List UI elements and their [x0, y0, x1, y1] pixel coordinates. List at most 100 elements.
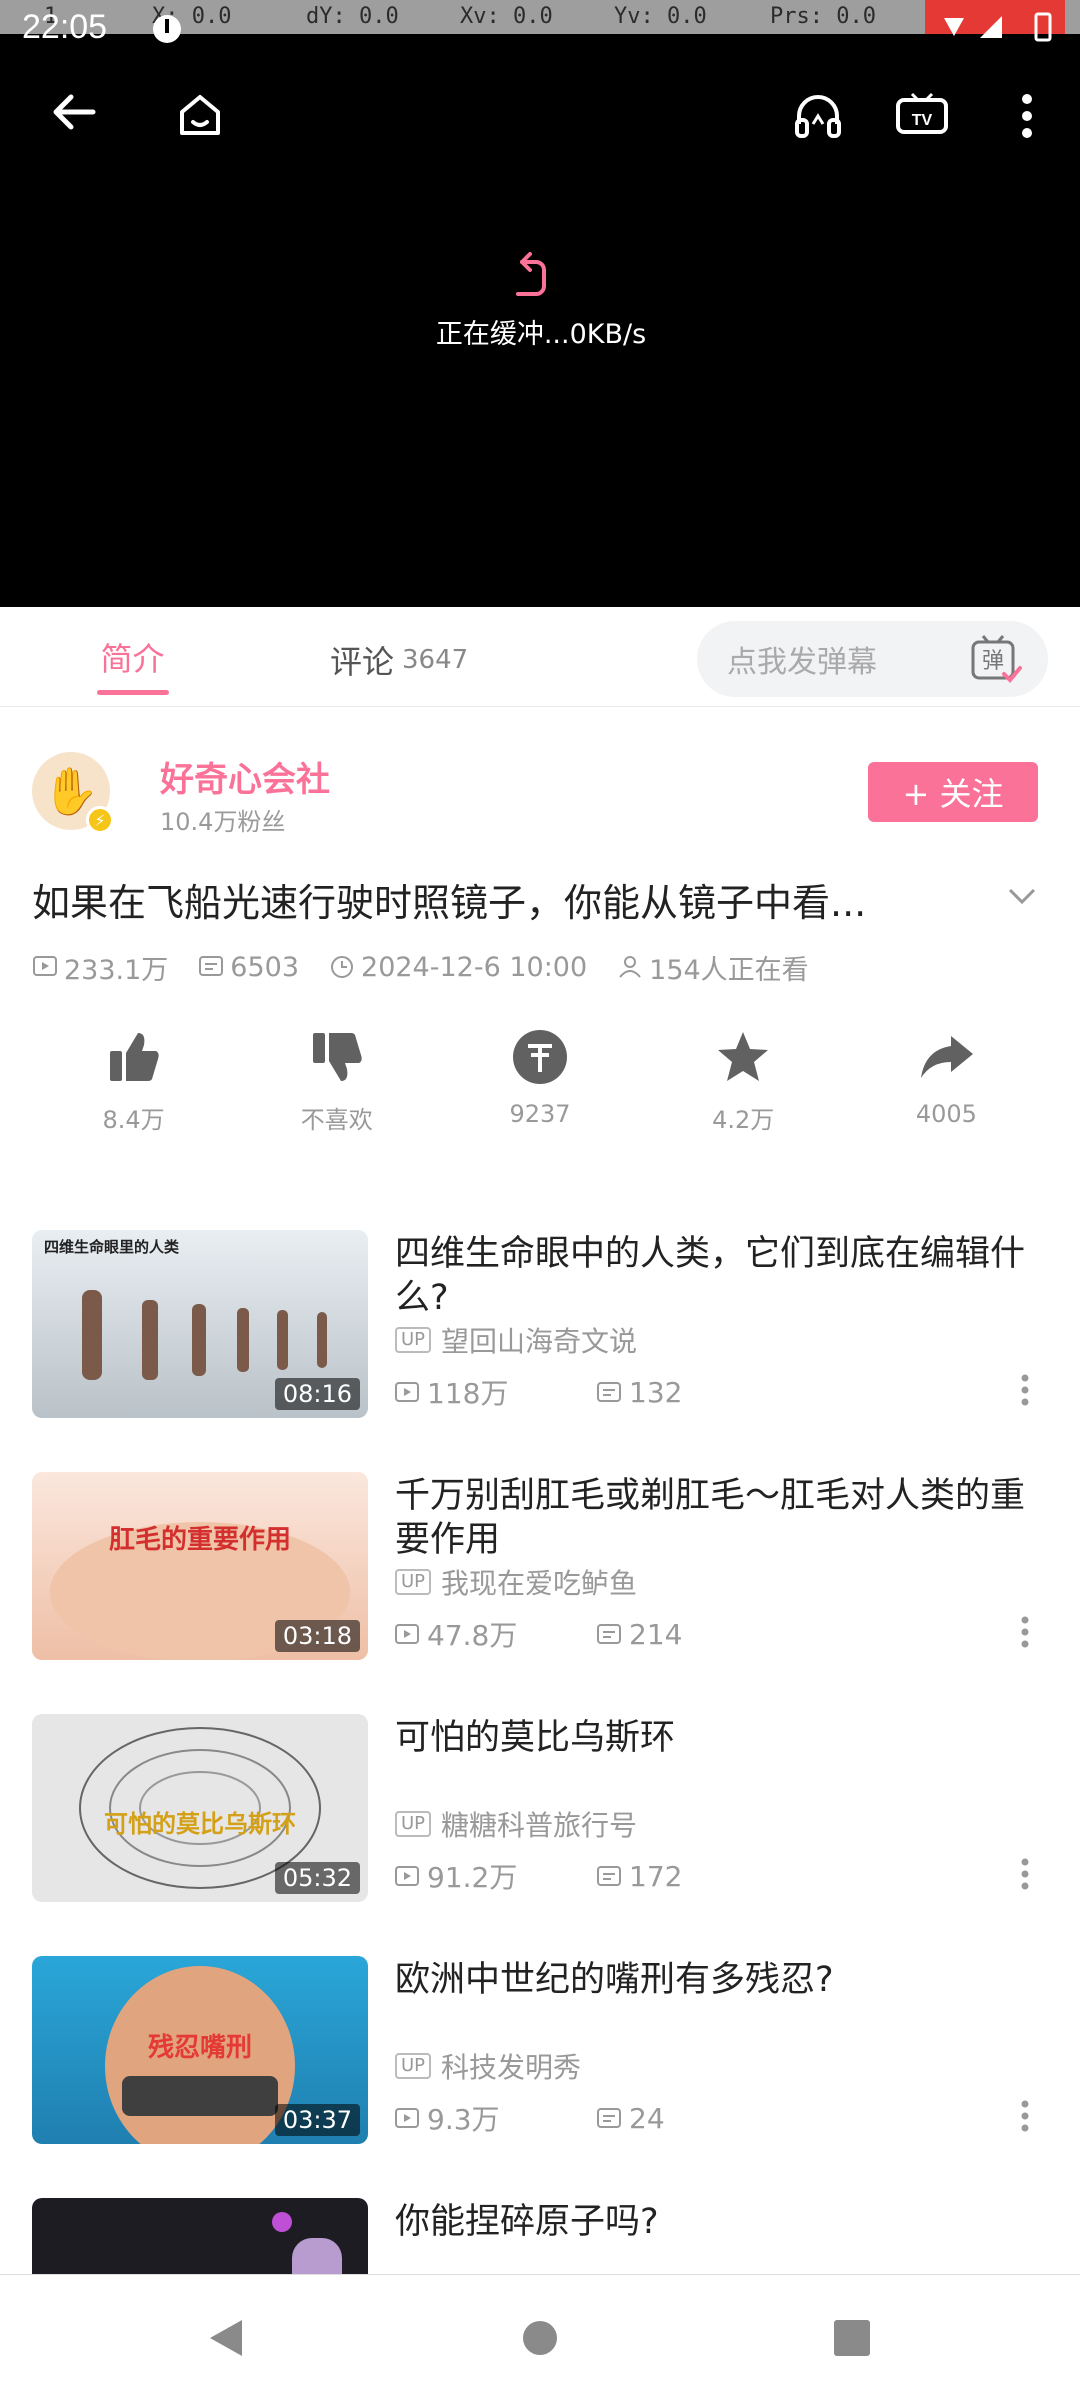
- tab-intro-label: 简介: [100, 640, 165, 678]
- danmaku-count-icon: [597, 1866, 621, 1886]
- up-tag: UP: [395, 1327, 432, 1353]
- follow-button[interactable]: + 关注: [868, 762, 1038, 822]
- notification-icon: [153, 15, 181, 43]
- thumbs-down-icon: [312, 1033, 362, 1081]
- rec-title: 可怕的莫比乌斯环: [395, 1718, 676, 1758]
- nav-home-button[interactable]: [436, 2275, 644, 2400]
- rec-views: 47.8万: [427, 1619, 518, 1652]
- watching-now: 154人正在看: [617, 948, 809, 987]
- thumbs-up-icon: [109, 1033, 159, 1081]
- rec-uploader-name: 望回山海奇文说: [441, 1325, 638, 1358]
- back-button[interactable]: [0, 34, 148, 189]
- danmaku-count-icon: [199, 956, 224, 976]
- uploader-fans: 10.4万粉丝: [160, 808, 286, 836]
- up-tag: UP: [395, 1569, 432, 1595]
- rec-uploader: UP 糖糖科普旅行号: [395, 1804, 637, 1844]
- rec-stats: 47.8万 214: [395, 1614, 799, 1654]
- expand-button[interactable]: [995, 869, 1048, 922]
- cast-tv-button[interactable]: TV: [871, 86, 973, 146]
- rec-danmaku: 172: [629, 1859, 683, 1893]
- rec-uploader: UP 望回山海奇文说: [395, 1320, 637, 1360]
- duration-badge: 05:32: [274, 1862, 360, 1894]
- tab-comments[interactable]: 评论 3647: [330, 637, 468, 683]
- tab-intro[interactable]: 简介: [0, 607, 265, 707]
- rec-more-button[interactable]: [1010, 2096, 1040, 2136]
- rec-danmaku: 24: [629, 2101, 665, 2135]
- danmaku-input[interactable]: 点我发弹幕: [697, 621, 942, 697]
- tv-icon: TV: [896, 92, 948, 134]
- rec-views: 91.2万: [427, 1861, 518, 1894]
- rec-danmaku: 132: [629, 1375, 683, 1409]
- svg-text:TV: TV: [912, 112, 933, 129]
- more-vertical-icon: [1021, 1858, 1029, 1890]
- video-thumbnail: 可怕的莫比乌斯环 05:32: [32, 1714, 368, 1902]
- video-thumbnail: 残忍嘴刑 03:37: [32, 1956, 368, 2144]
- publish-date: 2024-12-6 10:00: [329, 952, 587, 983]
- dislike-button[interactable]: 不喜欢: [235, 1022, 438, 1142]
- tab-active-indicator: [96, 690, 169, 695]
- play-count-icon: [395, 1624, 419, 1644]
- rec-views: 9.3万: [427, 2103, 500, 2136]
- arrow-left-icon: [53, 94, 96, 129]
- rec-title: 你能捏碎原子吗?: [395, 2202, 659, 2242]
- rec-stats: 118万 132: [395, 1372, 799, 1412]
- views-value: 233.1万: [64, 954, 169, 986]
- people-icon: [619, 956, 641, 978]
- home-button[interactable]: [148, 62, 252, 168]
- rec-uploader-name: 我现在爱吃鲈鱼: [441, 1567, 638, 1600]
- home-icon: [180, 95, 220, 135]
- comments-count: 3647: [402, 645, 469, 675]
- uploader-name[interactable]: 好奇心会社: [160, 752, 330, 801]
- video-title: 如果在飞船光速行驶时照镜子，你能从镜子中看...: [32, 881, 867, 925]
- list-item[interactable]: 你能捏碎原子吗?: [0, 2178, 1080, 2274]
- danmaku-toggle-label: 弹: [982, 649, 1004, 674]
- svg-text:可怕的莫比乌斯环: 可怕的莫比乌斯环: [104, 1810, 296, 1838]
- system-nav-bar: [0, 2274, 1080, 2400]
- list-item[interactable]: 肛毛的重要作用 03:18 千万别刮肛毛或剃肛毛～肛毛对人类的重要作用 UP 我现…: [0, 1452, 1080, 1690]
- nav-back-button[interactable]: [122, 2275, 330, 2400]
- rec-stats: 9.3万 24: [395, 2098, 799, 2138]
- debug-dy: dY: 0.0: [306, 4, 399, 29]
- danmaku-count-icon: [597, 2108, 621, 2128]
- debug-yv: Yv: 0.0: [614, 4, 707, 29]
- signal-icon: [980, 16, 1002, 38]
- duration-badge: 03:37: [274, 2104, 360, 2136]
- more-vertical-icon: [1021, 1616, 1029, 1648]
- more-vertical-icon: [1021, 94, 1032, 138]
- rec-more-button[interactable]: [1010, 1612, 1040, 1652]
- rec-more-button[interactable]: [1010, 1854, 1040, 1894]
- rec-title: 千万别刮肛毛或剃肛毛～肛毛对人类的重要作用: [395, 1476, 1026, 1560]
- watching-value: 154人正在看: [649, 954, 809, 986]
- video-player[interactable]: 1 X: 0.0 dY: 0.0 Xv: 0.0 Yv: 0.0 Prs: 0.…: [0, 0, 1080, 607]
- wifi-icon: [944, 18, 964, 36]
- buffering-status: 正在缓冲...0KB/s: [435, 319, 647, 350]
- list-item[interactable]: 四维生命眼里的人类 08:16 四维生命眼中的人类，它们到底在编辑什么? UP 望…: [0, 1210, 1080, 1448]
- clock-icon: [331, 956, 354, 978]
- rec-uploader: UP 科技发明秀: [395, 2046, 581, 2086]
- device-image: [272, 2212, 342, 2274]
- chevron-down-icon: [1008, 888, 1035, 904]
- share-arrow-icon: [921, 1036, 974, 1078]
- like-button[interactable]: 8.4万: [32, 1022, 235, 1142]
- coin-button[interactable]: 9237: [438, 1022, 641, 1142]
- more-options-button[interactable]: [973, 86, 1080, 146]
- video-thumbnail: [32, 2198, 368, 2274]
- debug-prs: Prs: 0.0: [770, 4, 876, 29]
- avatar[interactable]: ✋ ⚡: [32, 752, 114, 834]
- video-thumbnail: 四维生命眼里的人类 08:16: [32, 1230, 368, 1418]
- more-vertical-icon: [1021, 2100, 1029, 2132]
- action-bar: 8.4万 不喜欢 9237 4.2万 4005: [32, 1022, 1048, 1142]
- share-button[interactable]: 4005: [845, 1022, 1048, 1142]
- list-item[interactable]: 可怕的莫比乌斯环 05:32 可怕的莫比乌斯环 UP 糖糖科普旅行号 91.2万 …: [0, 1694, 1080, 1932]
- tab-comments-label: 评论: [330, 643, 395, 681]
- danmaku-toggle-button[interactable]: 弹: [942, 621, 1048, 697]
- nav-recents-button[interactable]: [748, 2275, 956, 2400]
- rec-more-button[interactable]: [1010, 1370, 1040, 1410]
- rec-uploader-name: 糖糖科普旅行号: [441, 1809, 638, 1842]
- rec-uploader-name: 科技发明秀: [441, 2051, 582, 2084]
- date-value: 2024-12-6 10:00: [361, 951, 588, 983]
- audio-mode-button[interactable]: [765, 62, 871, 168]
- danmaku-count-icon: [597, 1624, 621, 1644]
- list-item[interactable]: 残忍嘴刑 03:37 欧洲中世纪的嘴刑有多残忍? UP 科技发明秀 9.3万 24: [0, 1936, 1080, 2174]
- favorite-button[interactable]: 4.2万: [642, 1022, 845, 1142]
